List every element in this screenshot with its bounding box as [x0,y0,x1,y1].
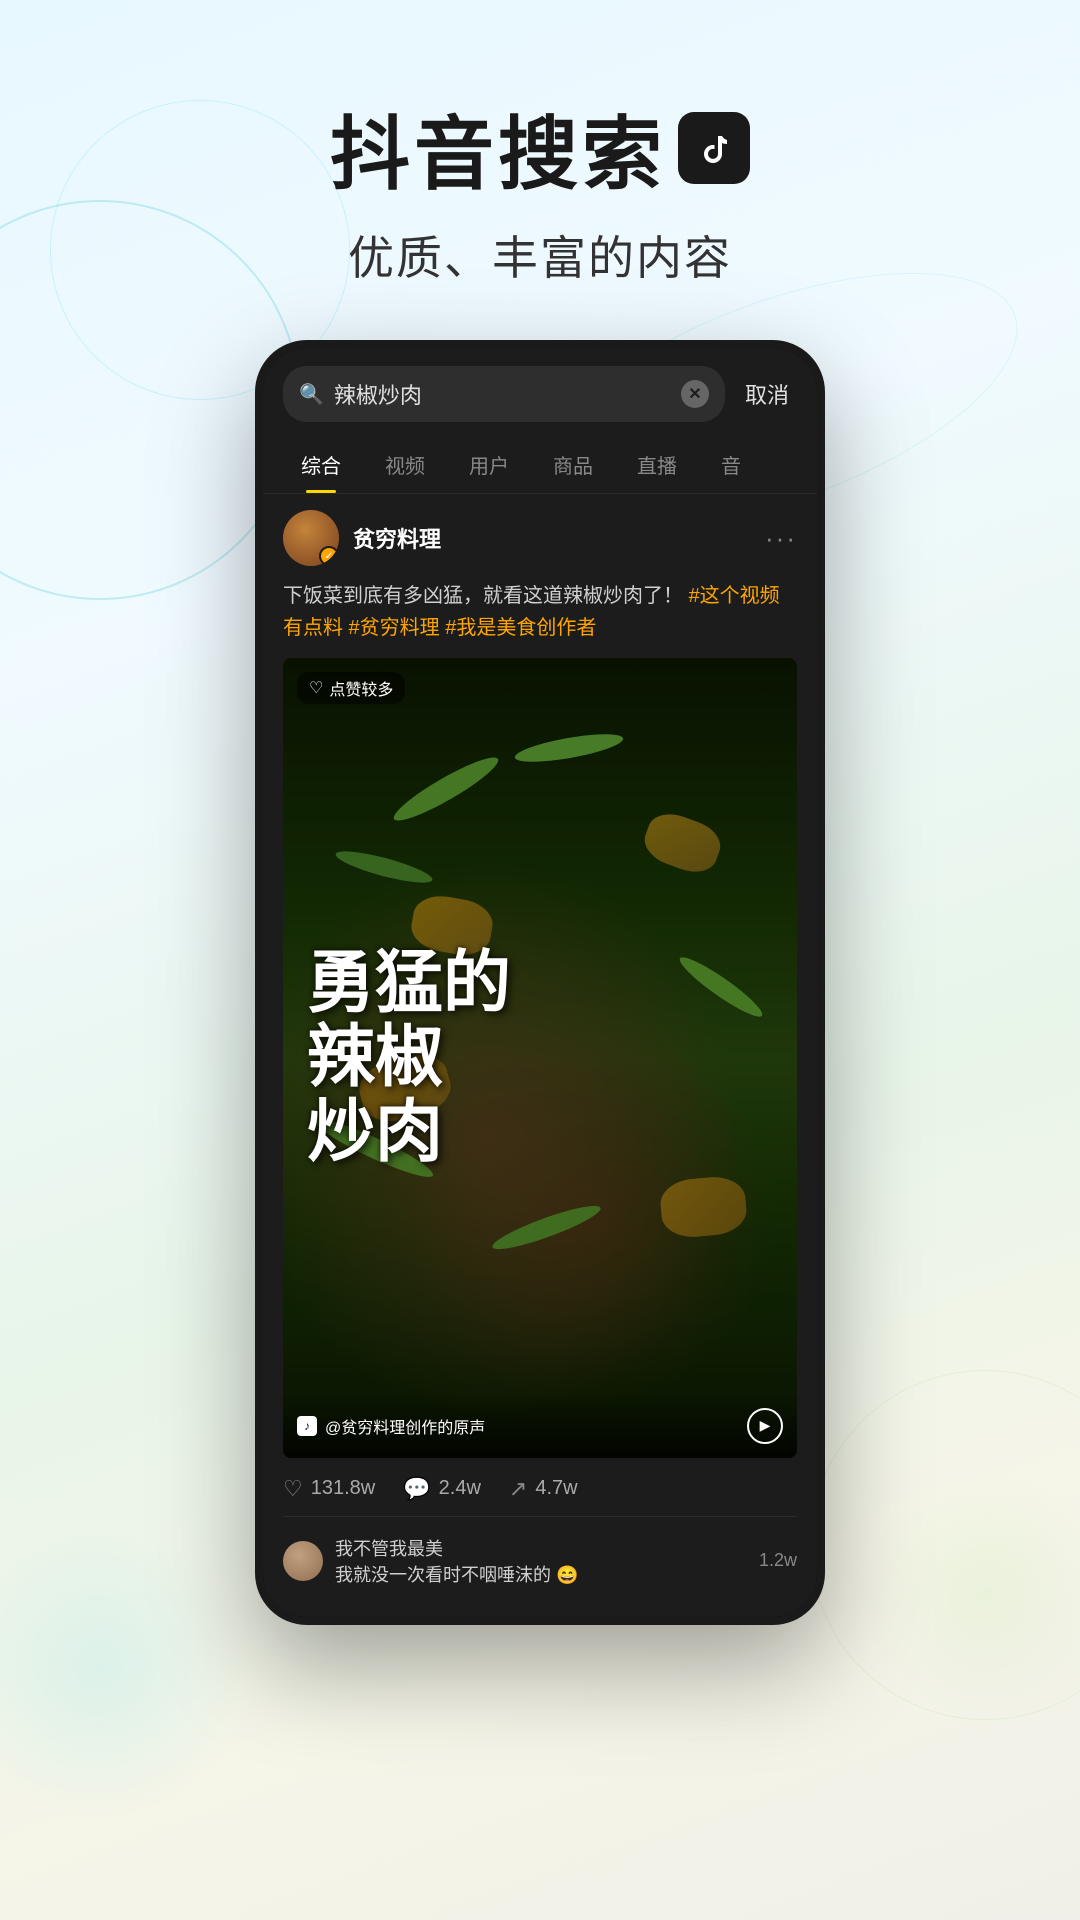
check-icon: ✓ [325,551,333,562]
post-text-normal: 下饭菜到底有多凶猛，就看这道辣椒炒肉了！ [283,585,683,607]
play-button[interactable]: ▶ [747,1408,783,1444]
stat-shares[interactable]: ↗ 4.7w [509,1476,578,1502]
like-badge: ♡ 点赞较多 [297,672,405,704]
video-bottom-bar: ♪ @贫穷料理创作的原声 ▶ [283,1392,797,1458]
app-title-text: 抖音搜索 [330,90,666,206]
search-clear-button[interactable]: ✕ [681,380,709,408]
search-cancel-button[interactable]: 取消 [737,378,797,410]
user-name[interactable]: 贫穷料理 [353,522,441,554]
comment-stat-icon: 💬 [403,1476,430,1502]
search-input-area[interactable]: 🔍 辣椒炒肉 ✕ [283,366,725,422]
phone-mockup: 🔍 辣椒炒肉 ✕ 取消 综合 视频 用户 商品 [255,340,825,1625]
tiktok-logo-icon [678,112,750,184]
tiktok-small-icon: ♪ [297,1416,317,1436]
more-options-button[interactable]: ··· [765,523,797,554]
comment-preview: 我不管我最美 我就没一次看时不咽唾沫的 😄 1.2w [283,1516,797,1601]
tab-audio[interactable]: 音 [699,436,763,493]
shares-count: 4.7w [535,1477,577,1500]
post-user-card: ✓ 贫穷料理 ··· [283,510,797,566]
comment-text: 我就没一次看时不咽唾沫的 😄 [335,1565,578,1585]
comment-content: 我就没一次看时不咽唾沫的 😄 [335,1561,578,1587]
comments-count: 2.4w [439,1477,481,1500]
app-subtitle: 优质、丰富的内容 [0,222,1080,288]
user-avatar[interactable]: ✓ [283,510,339,566]
comment-item[interactable]: 我不管我最美 我就没一次看时不咽唾沫的 😄 1.2w [283,1529,797,1593]
app-title: 抖音搜索 [0,90,1080,206]
comment-like-count: 1.2w [759,1550,797,1571]
audio-text: @贫穷料理创作的原声 [325,1414,485,1438]
post-text: 下饭菜到底有多凶猛，就看这道辣椒炒肉了！ #这个视频有点料 #贫穷料理 #我是美… [283,580,797,644]
heart-icon: ♡ [309,678,323,698]
light-blob-1 [0,1520,250,1820]
tab-product[interactable]: 商品 [531,436,615,493]
search-tabs: 综合 视频 用户 商品 直播 音 [263,436,817,494]
stats-row: ♡ 131.8w 💬 2.4w ↗ 4.7w [283,1472,797,1516]
search-bar: 🔍 辣椒炒肉 ✕ 取消 [263,348,817,436]
phone-frame: 🔍 辣椒炒肉 ✕ 取消 综合 视频 用户 商品 [255,340,825,1625]
tab-video[interactable]: 视频 [363,436,447,493]
video-title-text: 勇猛的辣椒炒肉 [307,946,511,1170]
search-icon: 🔍 [299,382,324,407]
video-text-overlay: 勇猛的辣椒炒肉 [283,658,797,1458]
commenter-name: 我不管我最美 [335,1535,578,1561]
search-query: 辣椒炒肉 [334,378,671,410]
commenter-avatar [283,1541,323,1581]
verified-badge-icon: ✓ [319,546,339,566]
like-badge-text: 点赞较多 [329,676,393,700]
tab-comprehensive[interactable]: 综合 [279,436,363,493]
stat-likes[interactable]: ♡ 131.8w [283,1476,375,1502]
header: 抖音搜索 优质、丰富的内容 [0,0,1080,328]
phone-screen: 🔍 辣椒炒肉 ✕ 取消 综合 视频 用户 商品 [263,348,817,1617]
share-stat-icon: ↗ [509,1476,527,1502]
content-area: ✓ 贫穷料理 ··· 下饭菜到底有多凶猛，就看这道辣椒炒肉了！ #这个视频有点料… [263,494,817,1617]
heart-stat-icon: ♡ [283,1476,303,1502]
likes-count: 131.8w [311,1477,376,1500]
commenter-name-text: 我不管我最美 [335,1539,443,1559]
tab-live[interactable]: 直播 [615,436,699,493]
video-thumbnail[interactable]: ♡ 点赞较多 勇猛的辣椒炒肉 ♪ @贫穷料理创作的原声 [283,658,797,1458]
stat-comments[interactable]: 💬 2.4w [403,1476,481,1502]
audio-info[interactable]: ♪ @贫穷料理创作的原声 [297,1414,485,1438]
tab-user[interactable]: 用户 [447,436,531,493]
